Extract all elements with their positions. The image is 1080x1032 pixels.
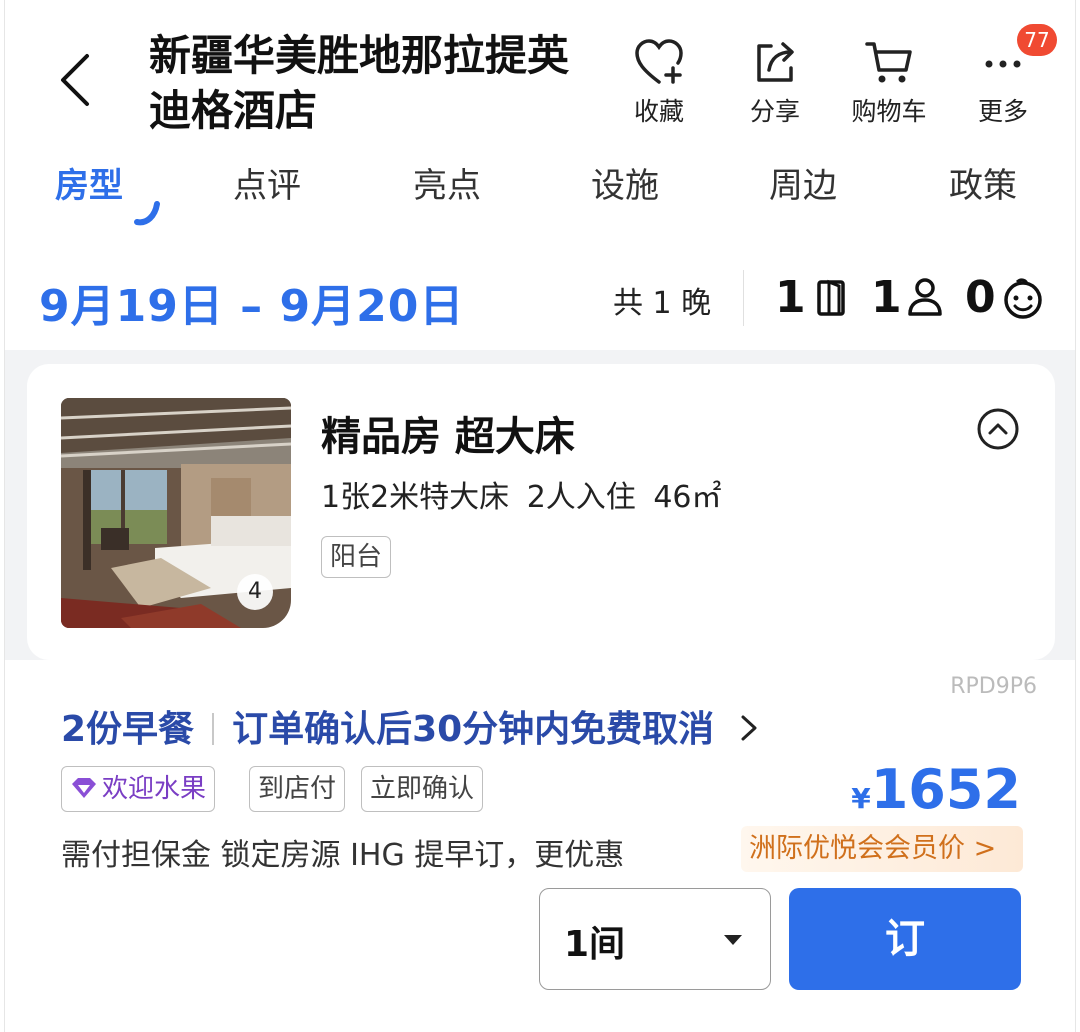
room-spec: 1张2米特大床 2人入住 46㎡: [321, 480, 722, 515]
adult-icon: [908, 278, 942, 316]
notification-badge: 77: [1017, 24, 1057, 56]
adult-count: 1: [871, 272, 902, 323]
cart-label: 购物车: [851, 97, 927, 126]
date-range[interactable]: 9月19日 – 9月20日: [39, 270, 464, 334]
breakfast-info: 2份早餐: [61, 709, 195, 750]
price: ¥1652: [851, 758, 1021, 821]
app-frame: 新疆华美胜地那拉提英迪格酒店 收藏 分享 购物车 更多 77 房型 点评 亮点 …: [4, 0, 1076, 1032]
heart-icon: [635, 39, 683, 84]
book-button[interactable]: 订: [789, 888, 1021, 990]
chevron-right-icon: [741, 715, 757, 741]
rate-title[interactable]: 2份早餐 订单确认后30分钟内免费取消: [61, 700, 761, 752]
room-door-icon: [817, 279, 845, 316]
room-card[interactable]: 4 精品房 超大床 1张2米特大床 2人入住 46㎡ 阳台: [27, 364, 1055, 660]
more-label: 更多: [977, 97, 1028, 126]
divider: [743, 270, 744, 326]
share-button[interactable]: 分享: [725, 38, 825, 128]
welcome-fruit-tag: 欢迎水果: [61, 766, 216, 812]
rate-plan[interactable]: RPD9P6 2份早餐 订单确认后30分钟内免费取消 欢迎水果 到店付 立即确认 …: [5, 660, 1075, 1032]
instant-confirm-tag: 立即确认: [361, 766, 484, 812]
diamond-icon: [72, 778, 96, 798]
room-feature-tag: 阳台: [321, 536, 392, 578]
header: 新疆华美胜地那拉提英迪格酒店 收藏 分享 购物车 更多 77: [5, 0, 1075, 150]
stay-bar[interactable]: 9月19日 – 9月20日 共 1 晚 1 1 0: [5, 250, 1075, 350]
tab-highlights[interactable]: 亮点: [413, 156, 481, 216]
share-icon: [757, 42, 794, 82]
tab-room-types[interactable]: 房型: [55, 156, 123, 216]
cart-icon: [865, 42, 912, 83]
night-count: 共 1 晚: [613, 286, 712, 321]
hotel-title: 新疆华美胜地那拉提英迪格酒店: [149, 31, 570, 135]
room-count: 1: [775, 272, 806, 323]
tab-reviews[interactable]: 点评: [233, 156, 301, 216]
rate-code: RPD9P6: [950, 674, 1037, 699]
member-price-link[interactable]: 洲际优悦会会员价 >: [741, 826, 1023, 872]
back-arrow-icon[interactable]: [51, 50, 101, 110]
dropdown-caret-icon: [724, 935, 742, 945]
active-tab-indicator: [134, 201, 160, 226]
collapse-chevron-icon[interactable]: [975, 406, 1021, 452]
share-label: 分享: [749, 97, 800, 126]
tab-facilities[interactable]: 设施: [591, 156, 659, 216]
title-separator: [212, 713, 215, 745]
currency-symbol: ¥: [851, 782, 871, 815]
room-name: 精品房 超大床: [321, 414, 575, 460]
price-value: 1652: [870, 758, 1021, 821]
pay-at-hotel-tag: 到店付: [249, 766, 346, 812]
cancel-policy: 订单确认后30分钟内免费取消: [232, 709, 715, 750]
tab-nearby[interactable]: 周边: [769, 156, 837, 216]
child-face-icon: [1004, 278, 1042, 319]
welcome-fruit-label: 欢迎水果: [102, 774, 207, 804]
quantity-value: 1间: [564, 924, 626, 965]
photo-count: 4: [237, 574, 273, 610]
tab-policies[interactable]: 政策: [949, 156, 1017, 216]
favorite-label: 收藏: [633, 97, 684, 126]
favorite-button[interactable]: 收藏: [609, 38, 709, 128]
room-quantity-select[interactable]: 1间: [539, 888, 771, 990]
cart-button[interactable]: 购物车: [839, 38, 939, 128]
guarantee-note: 需付担保金 锁定房源 IHG 提早订，更优惠: [61, 838, 625, 873]
child-count: 0: [965, 272, 996, 323]
